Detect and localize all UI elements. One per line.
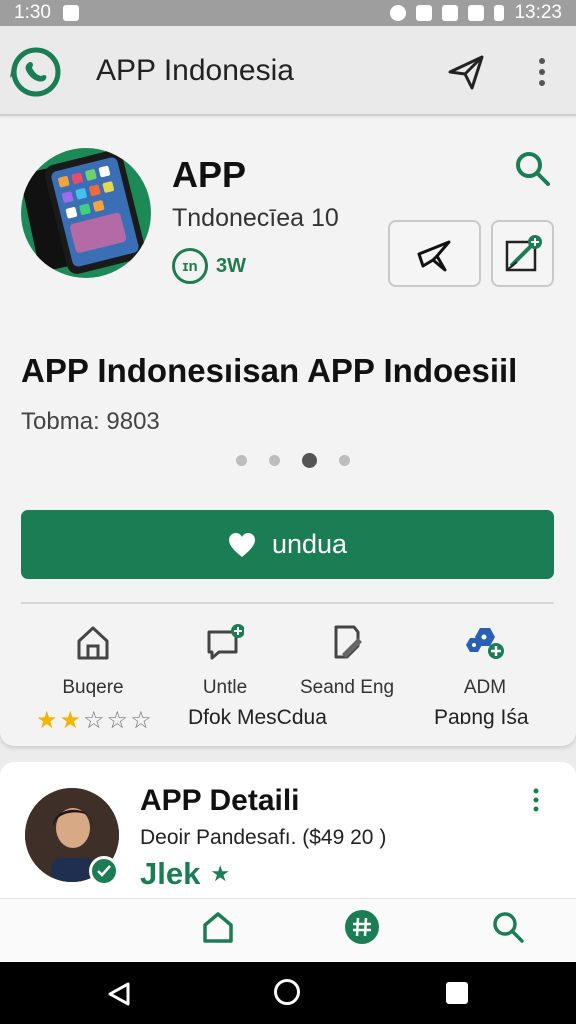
star-empty-icon: ☆ [130,707,152,734]
whatsapp-logo-icon[interactable] [8,45,62,99]
carousel-dot[interactable] [339,455,350,466]
star-empty-icon: ☆ [83,707,105,734]
community-icon [466,628,504,659]
primary-button-label: undua [271,529,348,559]
feature-label: ADM [463,677,507,698]
app-headline: APP Indonesıisan APP Indoesiil [21,352,518,389]
battery-saver-icon [442,5,459,21]
details-tag: Jlek ★ [140,856,230,892]
home-circle-icon[interactable] [274,979,300,1005]
search-icon[interactable] [512,148,552,188]
status-time-right: 13:23 [514,2,562,23]
app-hero-image [21,148,151,278]
app-overview-card: APP Tndonecīea 10 ɪn 3W APP Indonesıisan… [0,118,576,746]
feature-label: Buqere [62,677,124,698]
chat-add-icon [207,624,245,660]
hashtag-icon [345,910,379,944]
badge-count: 3W [216,254,246,277]
home-icon [77,626,109,660]
back-icon[interactable] [106,981,132,1007]
search-icon [493,912,524,943]
edit-add-button[interactable] [491,220,554,287]
rating-stars: ★ ★ ☆ ☆ ☆ [36,706,152,735]
star-filled-icon: ★ [59,707,82,734]
app-bar-title: APP Indonesia [96,54,294,87]
feature-item-home[interactable]: Buqere [28,624,158,699]
star-icon: ★ [210,861,231,886]
bottom-navigation [0,898,576,962]
pin-icon [417,240,450,271]
star-filled-icon: ★ [36,707,58,734]
caption-middle: Dfok MesCdua [188,706,327,729]
app-name: APP [172,154,247,195]
battery-icon [494,5,505,21]
star-empty-icon: ☆ [106,707,129,734]
feature-label: Seand Eng [299,677,395,698]
mute-icon [416,5,433,21]
more-vert-icon[interactable] [528,786,544,814]
home-icon [203,912,233,943]
status-bar: 1:30 13:23 [0,0,576,26]
nav-hashtag[interactable] [302,909,422,950]
heart-icon [228,532,255,557]
details-tag-label: Jlek [140,856,201,891]
send-icon[interactable] [446,52,486,92]
badge-icon: ɪn [172,248,208,284]
feature-item-community[interactable]: ADM [420,624,550,699]
primary-action-button[interactable]: undua [21,510,554,579]
alarm-icon [390,5,407,21]
verified-check-icon [89,856,119,886]
installs-badge: ɪn 3W [172,248,246,284]
nav-home[interactable] [158,909,278,950]
notification-icon [62,5,79,21]
pin-button[interactable] [388,220,481,287]
app-bar: APP Indonesia [0,26,576,116]
feature-item-chat[interactable]: Untle [160,624,290,699]
carousel-dot[interactable] [269,455,280,466]
more-vert-icon[interactable] [528,54,556,90]
feature-label: Untle [202,677,248,698]
feature-item-document[interactable]: Seand Eng [282,624,412,699]
details-title: APP Detaili [140,784,300,817]
recent-apps-icon[interactable] [446,982,468,1004]
signal-icon [468,5,485,21]
edit-add-icon [505,234,542,271]
document-edit-icon [334,625,362,659]
divider [21,602,554,604]
caption-right: Paɒng Iśa [434,706,529,729]
carousel-indicator [236,453,350,468]
system-navigation-bar [0,962,576,1024]
carousel-dot-active[interactable] [302,453,317,468]
status-time-left: 1:30 [14,2,51,23]
details-subtitle: Deoir Pandesafı. ($49 20 ) [140,826,387,849]
app-meta: Tobma: 9803 [21,408,160,435]
nav-search[interactable] [448,909,568,950]
carousel-dot[interactable] [236,455,247,466]
phone-illustration-icon [21,150,146,274]
app-subtitle: Tndonecīea 10 [172,204,339,232]
